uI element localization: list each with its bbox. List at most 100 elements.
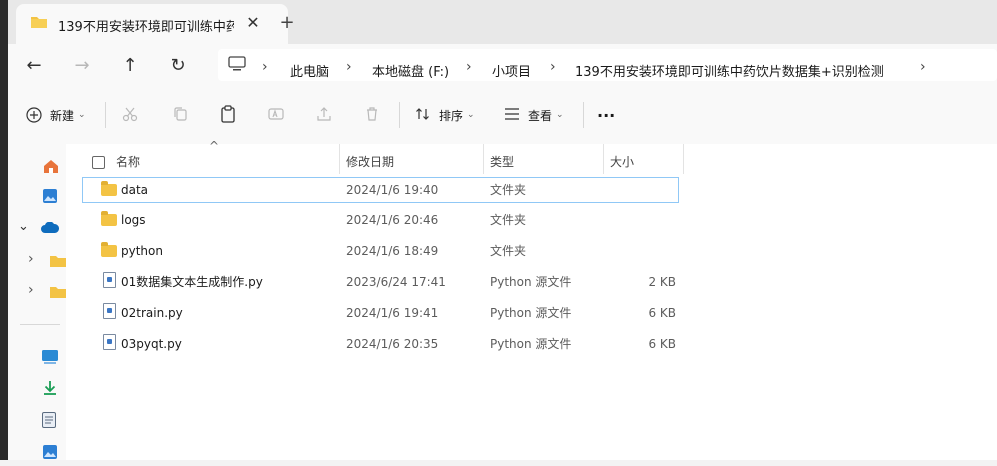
column-divider[interactable]	[603, 144, 604, 174]
python-file-icon	[103, 329, 116, 359]
file-type: Python 源文件	[490, 306, 572, 320]
scissors-icon	[122, 106, 138, 125]
table-row[interactable]: 02train.py 2024/1/6 19:41 Python 源文件 6 K…	[82, 298, 679, 328]
computer-icon	[228, 56, 246, 75]
table-row[interactable]: 03pyqt.py 2024/1/6 20:35 Python 源文件 6 KB	[82, 329, 679, 359]
home-icon	[42, 158, 60, 177]
copy-icon	[172, 106, 188, 125]
view-button[interactable]: 查看 ⌄	[504, 100, 564, 130]
rename-button[interactable]	[268, 100, 284, 130]
file-name: data	[121, 183, 149, 197]
file-modified: 2024/1/6 19:41	[346, 306, 439, 320]
column-divider[interactable]	[339, 144, 340, 174]
breadcrumb-item-folder[interactable]: 小项目	[492, 61, 531, 80]
file-list: ^ 名称 修改日期 类型 大小 data 2024/1/6 19:40 文件夹 …	[66, 139, 997, 460]
column-header-modified[interactable]: 修改日期	[346, 150, 394, 176]
breadcrumb-item-drive[interactable]: 本地磁盘 (F:)	[372, 61, 449, 80]
gallery-icon	[42, 188, 58, 207]
new-button-label: 新建	[50, 108, 75, 123]
download-icon	[42, 380, 58, 399]
sort-button[interactable]: 排序 ⌄	[415, 100, 475, 130]
plus-circle-icon	[26, 107, 42, 123]
nav-item-desktop[interactable]	[8, 348, 66, 372]
file-name: python	[121, 244, 163, 258]
tab-active[interactable]: 139不用安装环境即可训练中药饮片数据集+识别检测 ✕	[16, 4, 288, 44]
file-size: 6 KB	[648, 337, 676, 351]
select-all-checkbox[interactable]	[92, 150, 105, 169]
forward-button[interactable]: →	[66, 52, 98, 80]
table-row[interactable]: data 2024/1/6 19:40 文件夹	[82, 177, 679, 203]
nav-item-folder[interactable]: ›	[8, 281, 66, 305]
breadcrumb-item-this-pc[interactable]: 此电脑	[290, 61, 329, 80]
navigation-pane: ⌄ › ›	[8, 144, 67, 460]
breadcrumb-separator: ›	[262, 59, 268, 75]
close-tab-icon[interactable]: ✕	[242, 12, 264, 34]
folder-icon	[50, 286, 66, 301]
sort-button-label: 排序	[439, 108, 464, 123]
nav-item-folder[interactable]: ›	[8, 250, 66, 274]
nav-item-home[interactable]	[8, 156, 66, 180]
file-type: 文件夹	[490, 213, 527, 227]
delete-button[interactable]	[364, 100, 380, 130]
copy-button[interactable]	[172, 100, 188, 130]
file-name: 03pyqt.py	[121, 337, 182, 351]
sort-icon	[415, 106, 431, 125]
cut-button[interactable]	[122, 100, 138, 130]
list-view-icon	[504, 107, 520, 124]
paste-icon	[220, 104, 236, 126]
table-row[interactable]: python 2024/1/6 18:49 文件夹	[82, 236, 679, 266]
file-modified: 2024/1/6 20:35	[346, 337, 439, 351]
share-icon	[316, 106, 332, 125]
up-button[interactable]: ↑	[114, 52, 146, 80]
document-icon	[42, 412, 56, 431]
file-type: 文件夹	[490, 244, 527, 258]
paste-button[interactable]	[220, 100, 236, 130]
breadcrumb-separator: ›	[346, 59, 352, 75]
nav-item-documents[interactable]	[8, 410, 66, 434]
file-type: 文件夹	[490, 183, 527, 197]
address-bar[interactable]: › 此电脑 › 本地磁盘 (F:) › 小项目 › 139不用安装环境即可训练中…	[218, 49, 997, 81]
folder-icon	[101, 178, 117, 202]
folder-icon	[30, 15, 48, 29]
table-row[interactable]: 01数据集文本生成制作.py 2023/6/24 17:41 Python 源文…	[82, 267, 679, 297]
file-type: Python 源文件	[490, 275, 572, 289]
table-row[interactable]: logs 2024/1/6 20:46 文件夹	[82, 205, 679, 235]
refresh-button[interactable]: ↻	[162, 52, 194, 80]
nav-divider	[20, 324, 60, 325]
back-button[interactable]: ←	[18, 52, 50, 80]
rename-icon	[268, 106, 284, 125]
folder-icon	[101, 236, 117, 266]
folder-icon	[101, 205, 117, 235]
column-header-name[interactable]: 名称	[116, 150, 140, 176]
new-tab-button[interactable]: +	[276, 12, 298, 34]
chevron-down-icon: ⌄	[18, 219, 29, 234]
file-type: Python 源文件	[490, 337, 572, 351]
command-bar: 新建 ⌄ 排序 ⌄ 查看 ⌄ ···	[8, 86, 997, 145]
cloud-icon	[40, 221, 60, 237]
chevron-right-icon: ›	[28, 282, 34, 298]
nav-item-onedrive[interactable]: ⌄	[8, 218, 66, 242]
breadcrumb-separator: ›	[466, 59, 472, 75]
navigation-bar: ← → ↑ ↻ › 此电脑 › 本地磁盘 (F:) › 小项目 › 139不用安…	[8, 44, 997, 86]
trash-icon	[364, 106, 380, 125]
file-name: logs	[121, 213, 146, 227]
nav-item-downloads[interactable]	[8, 378, 66, 402]
chevron-down-icon: ⌄	[78, 110, 86, 120]
view-button-label: 查看	[528, 108, 553, 123]
column-header-type[interactable]: 类型	[490, 150, 514, 176]
column-header-size[interactable]: 大小	[610, 150, 634, 176]
file-modified: 2024/1/6 19:40	[346, 183, 439, 197]
tab-title: 139不用安装环境即可训练中药饮片数据集+识别检测	[58, 20, 234, 35]
nav-item-gallery[interactable]	[8, 186, 66, 210]
file-name: 01数据集文本生成制作.py	[121, 275, 263, 289]
breadcrumb-item-current[interactable]: 139不用安装环境即可训练中药饮片数据集+识别检测	[575, 61, 884, 80]
python-file-icon	[103, 298, 116, 328]
share-button[interactable]	[316, 100, 332, 130]
nav-item-pictures[interactable]	[8, 442, 66, 466]
file-size: 2 KB	[648, 275, 676, 289]
column-divider[interactable]	[683, 144, 684, 174]
new-button[interactable]: 新建 ⌄	[26, 100, 86, 130]
column-divider[interactable]	[483, 144, 484, 174]
chevron-down-icon: ⌄	[467, 110, 475, 120]
more-options-button[interactable]: ···	[597, 100, 615, 130]
